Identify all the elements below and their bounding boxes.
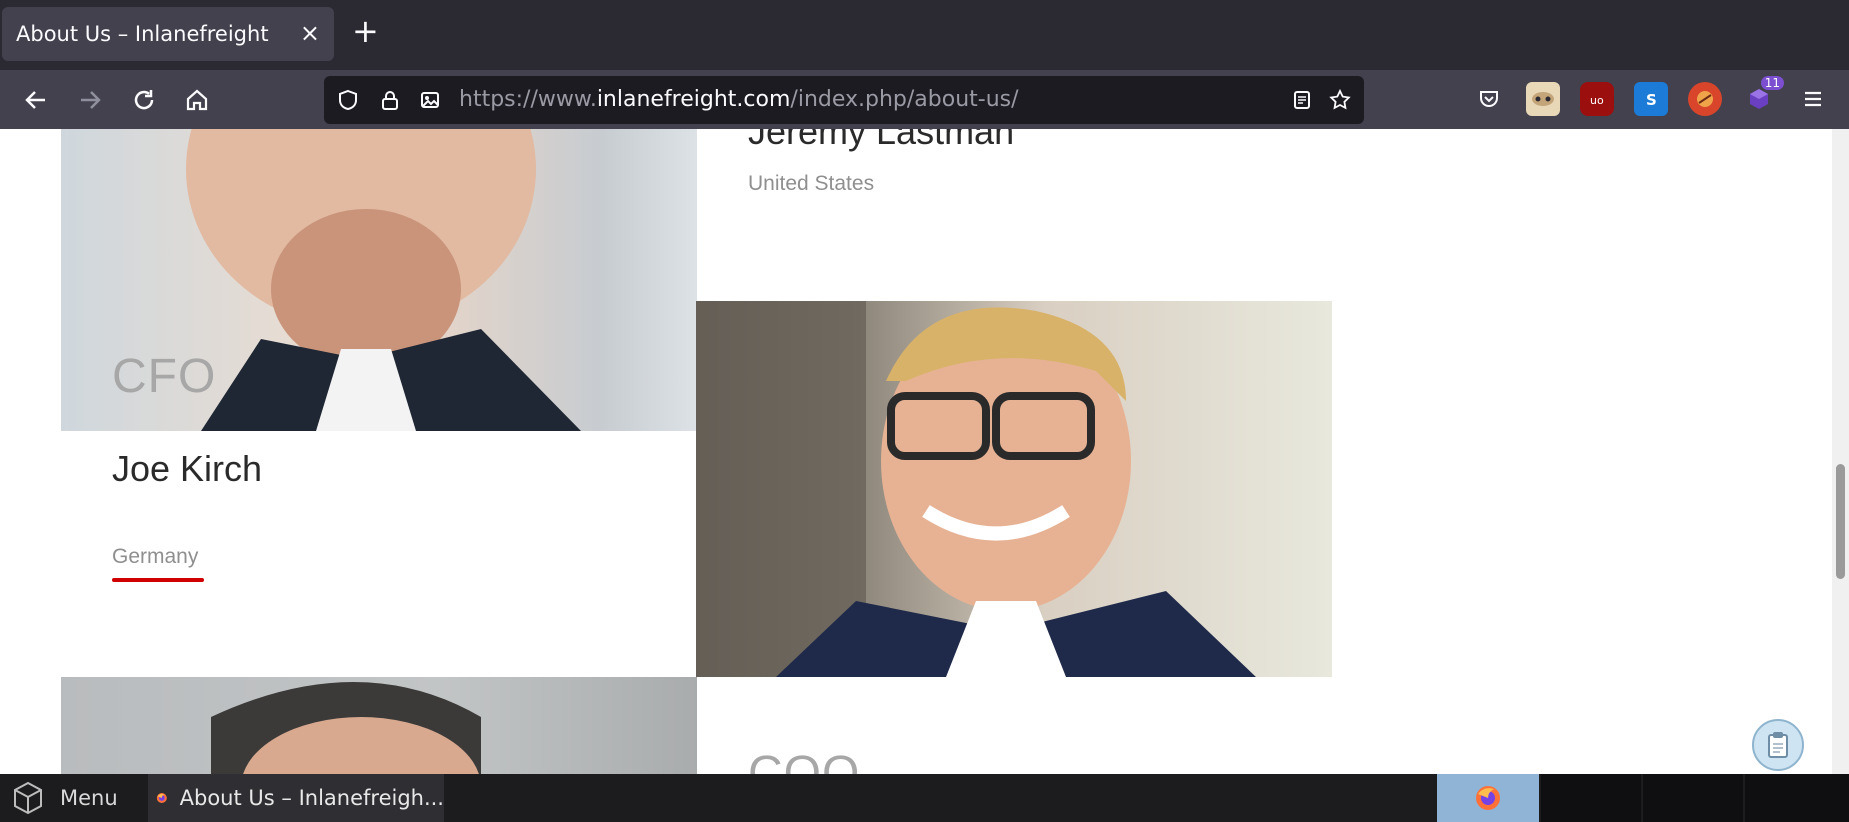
cube-logo-icon bbox=[14, 781, 42, 815]
page-content: Jeremy Lastman United States CFO Joe Kir… bbox=[0, 129, 1849, 774]
url-prefix: https://www. bbox=[459, 87, 597, 112]
reader-view-icon[interactable] bbox=[1286, 84, 1318, 116]
close-tab-icon[interactable]: × bbox=[300, 19, 320, 47]
navigation-bar: https://www.inlanefreight.com/index.php/… bbox=[0, 70, 1849, 129]
page-scrollbar[interactable] bbox=[1832, 129, 1849, 774]
taskbar-window-firefox[interactable]: About Us – Inlanefreigh... bbox=[148, 774, 444, 822]
taskbar-menu-button[interactable]: Menu bbox=[10, 780, 118, 816]
svg-text:S: S bbox=[1646, 91, 1657, 109]
member-role-coo: COO bbox=[748, 747, 861, 774]
extension-mask-icon[interactable] bbox=[1526, 82, 1560, 116]
member-name-jeremy: Jeremy Lastman bbox=[748, 129, 1015, 152]
bookmark-star-icon[interactable] bbox=[1324, 84, 1356, 116]
forward-button[interactable] bbox=[70, 80, 110, 120]
lock-icon[interactable] bbox=[374, 84, 406, 116]
os-taskbar: Menu About Us – Inlanefreigh... bbox=[0, 774, 1849, 822]
extension-s-icon[interactable]: S bbox=[1634, 82, 1668, 116]
image-permission-icon[interactable] bbox=[414, 84, 446, 116]
member-role-cfo: CFO bbox=[112, 350, 217, 403]
taskbar-firefox-launcher[interactable] bbox=[1437, 774, 1539, 822]
home-button[interactable] bbox=[177, 80, 217, 120]
team-member-photo-joe bbox=[696, 301, 1332, 677]
browser-tab-active[interactable]: About Us – Inlanefreight × bbox=[2, 7, 334, 61]
arrow-right-icon bbox=[81, 91, 101, 109]
scrollbar-thumb[interactable] bbox=[1836, 464, 1845, 579]
hamburger-menu-icon[interactable] bbox=[1796, 82, 1830, 116]
member-country-joe[interactable]: Germany bbox=[112, 545, 198, 569]
arrow-left-icon bbox=[25, 91, 45, 109]
url-domain: inlanefreight.com bbox=[596, 87, 791, 112]
workspace-2[interactable] bbox=[1643, 774, 1743, 822]
new-tab-button[interactable]: + bbox=[352, 12, 379, 50]
taskbar-window-title: About Us – Inlanefreigh... bbox=[179, 786, 444, 810]
tab-title: About Us – Inlanefreight bbox=[16, 22, 269, 46]
svg-text:uo: uo bbox=[1590, 94, 1604, 107]
reload-icon bbox=[134, 90, 154, 110]
team-member-photo-coo bbox=[61, 677, 697, 774]
clipboard-icon[interactable] bbox=[1752, 719, 1804, 771]
back-button[interactable] bbox=[16, 80, 56, 120]
pocket-icon[interactable] bbox=[1472, 82, 1506, 116]
country-underline bbox=[112, 578, 204, 582]
url-text[interactable]: https://www.inlanefreight.com/index.php/… bbox=[459, 87, 1019, 112]
address-bar[interactable]: https://www.inlanefreight.com/index.php/… bbox=[324, 76, 1364, 124]
reload-button[interactable] bbox=[124, 80, 164, 120]
home-icon bbox=[186, 89, 208, 111]
shield-icon[interactable] bbox=[332, 84, 364, 116]
tab-bar: About Us – Inlanefreight × + bbox=[0, 0, 1849, 70]
extension-cube-icon[interactable]: 11 bbox=[1742, 76, 1784, 116]
member-country-jeremy: United States bbox=[748, 172, 875, 195]
workspace-1[interactable] bbox=[1541, 774, 1641, 822]
member-name-joe: Joe Kirch bbox=[112, 448, 263, 489]
ublock-origin-icon[interactable]: uo bbox=[1580, 82, 1614, 116]
url-path: /index.php/about-us/ bbox=[790, 87, 1019, 112]
extension-badge-count: 11 bbox=[1760, 76, 1784, 90]
firefox-icon bbox=[156, 793, 167, 803]
workspace-3[interactable] bbox=[1745, 774, 1849, 822]
firefox-icon bbox=[1476, 786, 1500, 810]
taskbar-menu-label: Menu bbox=[60, 786, 118, 810]
extension-cookie-icon[interactable] bbox=[1688, 82, 1722, 116]
